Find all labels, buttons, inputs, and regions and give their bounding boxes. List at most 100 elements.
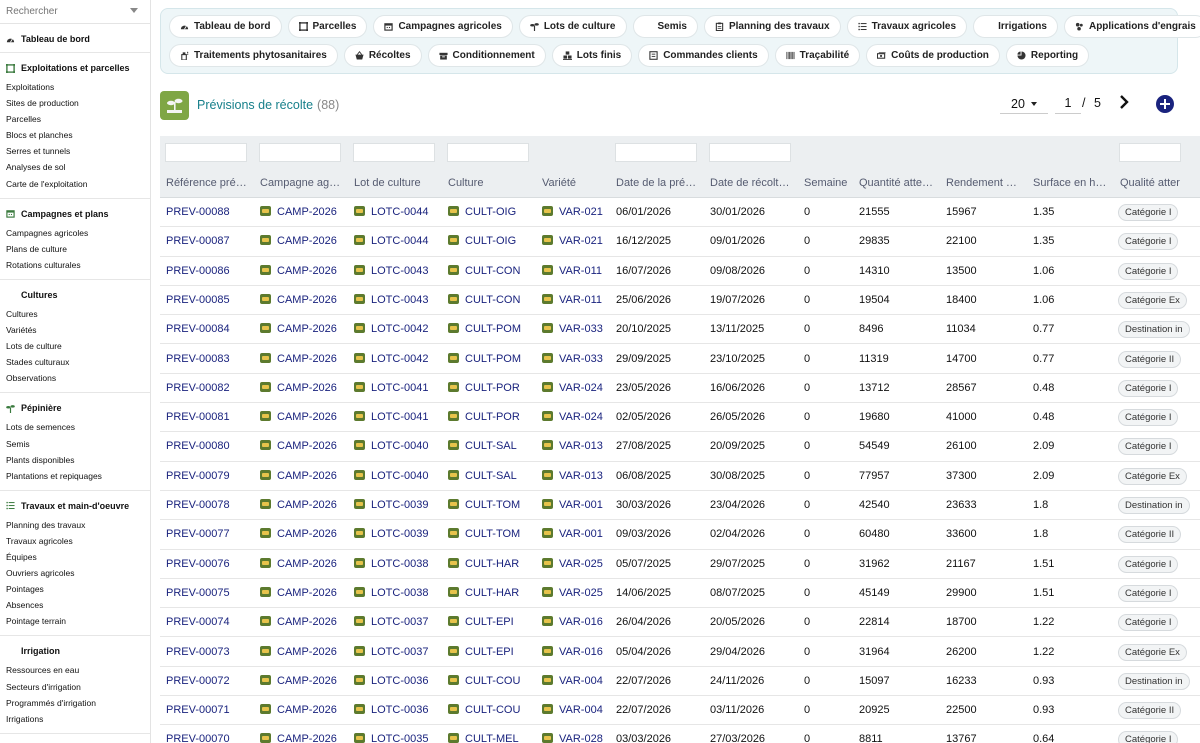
table-row[interactable]: PREV-00074 CAMP-2026 LOTC-0037 CULT-EPI VAR-… <box>160 608 1200 638</box>
sidebar-item[interactable]: Sites de production <box>0 95 150 111</box>
chevron-down-icon[interactable] <box>130 8 138 13</box>
related-record-link[interactable]: CAMP-2026 <box>260 352 348 365</box>
column-header[interactable]: Quantité atte… <box>859 177 941 189</box>
sidebar-item[interactable]: Irrigations <box>0 711 150 727</box>
related-record-link[interactable]: VAR-004 <box>542 674 612 687</box>
table-row[interactable]: PREV-00072 CAMP-2026 LOTC-0036 CULT-COU VAR-… <box>160 666 1200 697</box>
related-record-link[interactable]: CAMP-2026 <box>260 733 348 743</box>
column-filter-input[interactable] <box>447 143 529 162</box>
reference-link[interactable]: PREV-00080 <box>166 440 254 452</box>
quick-nav-pill[interactable]: Irrigations <box>973 15 1058 38</box>
sidebar-section-title[interactable]: Exploitations et parcelles <box>0 61 150 75</box>
related-record-link[interactable]: CAMP-2026 <box>260 616 348 628</box>
reference-link[interactable]: PREV-00076 <box>166 558 254 570</box>
related-record-link[interactable]: VAR-013 <box>542 440 612 452</box>
related-record-link[interactable]: CULT-COU <box>448 704 536 716</box>
related-record-link[interactable]: LOTC-0041 <box>354 411 442 423</box>
related-record-link[interactable]: CAMP-2026 <box>260 528 348 540</box>
sidebar-item[interactable]: Plants disponibles <box>0 452 150 468</box>
column-filter-input[interactable] <box>709 143 791 162</box>
sidebar-section-title[interactable]: Pépinière <box>0 401 150 415</box>
related-record-link[interactable]: CULT-MEL <box>448 733 536 743</box>
quick-nav-pill[interactable]: Traitements phytosanitaires <box>169 44 338 67</box>
add-record-button[interactable] <box>1156 95 1174 113</box>
reference-link[interactable]: PREV-00088 <box>166 206 254 218</box>
sidebar-item[interactable]: Absences <box>0 597 150 613</box>
reference-link[interactable]: PREV-00082 <box>166 382 254 394</box>
related-record-link[interactable]: LOTC-0044 <box>354 235 442 247</box>
sidebar-item[interactable]: Travaux agricoles <box>0 533 150 549</box>
table-row[interactable]: PREV-00088 CAMP-2026 LOTC-0044 CULT-OIG VAR-… <box>160 198 1200 228</box>
search-input[interactable] <box>0 0 130 22</box>
column-header[interactable]: Référence pré… <box>166 177 254 189</box>
sidebar-item[interactable]: Ressources en eau <box>0 662 150 678</box>
table-row[interactable]: PREV-00083 CAMP-2026 LOTC-0042 CULT-POM VAR-… <box>160 344 1200 374</box>
sidebar-item[interactable]: Ouvriers agricoles <box>0 565 150 581</box>
quick-nav-pill[interactable]: Lots finis <box>551 44 633 67</box>
related-record-link[interactable]: CULT-HAR <box>448 586 536 599</box>
related-record-link[interactable]: CAMP-2026 <box>260 293 348 306</box>
quick-nav-pill[interactable]: Tableau de bord <box>169 15 282 38</box>
table-row[interactable]: PREV-00085 CAMP-2026 LOTC-0043 CULT-CON VAR-… <box>160 285 1200 316</box>
related-record-link[interactable]: CAMP-2026 <box>260 411 348 423</box>
sidebar-section-title[interactable]: Travaux et main-d'oeuvre <box>0 499 150 513</box>
sidebar-section-title[interactable]: Tableau de bord <box>0 32 150 46</box>
reference-link[interactable]: PREV-00087 <box>166 235 254 247</box>
column-filter-input[interactable] <box>353 143 435 162</box>
related-record-link[interactable]: LOTC-0039 <box>354 528 442 540</box>
sidebar-item[interactable]: Stades culturaux <box>0 354 150 370</box>
related-record-link[interactable]: CULT-EPI <box>448 616 536 628</box>
sidebar-item[interactable]: Lots de culture <box>0 338 150 354</box>
related-record-link[interactable]: CAMP-2026 <box>260 557 348 570</box>
reference-link[interactable]: PREV-00075 <box>166 587 254 599</box>
related-record-link[interactable]: CULT-POR <box>448 411 536 423</box>
related-record-link[interactable]: LOTC-0040 <box>354 469 442 482</box>
related-record-link[interactable]: VAR-021 <box>542 235 612 247</box>
related-record-link[interactable]: CAMP-2026 <box>260 381 348 394</box>
related-record-link[interactable]: VAR-016 <box>542 645 612 658</box>
reference-link[interactable]: PREV-00086 <box>166 265 254 277</box>
related-record-link[interactable]: CULT-SAL <box>448 440 536 452</box>
sidebar-item[interactable]: Parcelles <box>0 111 150 127</box>
related-record-link[interactable]: VAR-001 <box>542 499 612 511</box>
column-header[interactable]: Campagne ag… <box>260 177 348 189</box>
quick-nav-pill[interactable]: Coûts de production <box>866 44 1000 67</box>
related-record-link[interactable]: CAMP-2026 <box>260 264 348 277</box>
table-row[interactable]: PREV-00078 CAMP-2026 LOTC-0039 CULT-TOM VAR-… <box>160 491 1200 521</box>
sidebar-item[interactable]: Cultures <box>0 306 150 322</box>
related-record-link[interactable]: CULT-POR <box>448 381 536 394</box>
table-row[interactable]: PREV-00081 CAMP-2026 LOTC-0041 CULT-POR VAR-… <box>160 403 1200 433</box>
related-record-link[interactable]: LOTC-0037 <box>354 645 442 658</box>
related-record-link[interactable]: CAMP-2026 <box>260 674 348 687</box>
sidebar-section-title[interactable]: Campagnes et plans <box>0 207 150 221</box>
table-row[interactable]: PREV-00087 CAMP-2026 LOTC-0044 CULT-OIG VAR-… <box>160 227 1200 257</box>
related-record-link[interactable]: VAR-004 <box>542 704 612 716</box>
quick-nav-pill[interactable]: Travaux agricoles <box>846 15 968 38</box>
related-record-link[interactable]: VAR-028 <box>542 733 612 743</box>
column-header[interactable]: Date de récolt… <box>710 177 798 189</box>
related-record-link[interactable]: CAMP-2026 <box>260 499 348 511</box>
related-record-link[interactable]: LOTC-0039 <box>354 499 442 511</box>
related-record-link[interactable]: LOTC-0042 <box>354 323 442 335</box>
related-record-link[interactable]: LOTC-0036 <box>354 704 442 716</box>
sidebar-item[interactable]: Pointages <box>0 581 150 597</box>
reference-link[interactable]: PREV-00071 <box>166 704 254 716</box>
column-header[interactable]: Date de la pré… <box>616 177 704 189</box>
table-row[interactable]: PREV-00084 CAMP-2026 LOTC-0042 CULT-POM VAR-… <box>160 315 1200 345</box>
sidebar-section-title[interactable]: Irrigation <box>0 644 150 658</box>
sidebar-item[interactable]: Équipes <box>0 549 150 565</box>
related-record-link[interactable]: VAR-021 <box>542 206 612 218</box>
column-header[interactable]: Semaine <box>804 177 856 189</box>
related-record-link[interactable]: CULT-COU <box>448 674 536 687</box>
sidebar-item[interactable]: Exploitations <box>0 79 150 95</box>
sidebar-item[interactable]: Campagnes agricoles <box>0 225 150 241</box>
quick-nav-pill[interactable]: Parcelles <box>287 15 368 38</box>
related-record-link[interactable]: LOTC-0038 <box>354 557 442 570</box>
quick-nav-pill[interactable]: Traçabilité <box>774 44 861 67</box>
related-record-link[interactable]: VAR-011 <box>542 264 612 277</box>
table-row[interactable]: PREV-00073 CAMP-2026 LOTC-0037 CULT-EPI VAR-… <box>160 637 1200 667</box>
table-row[interactable]: PREV-00076 CAMP-2026 LOTC-0038 CULT-HAR VAR-… <box>160 549 1200 579</box>
quick-nav-pill[interactable]: Applications d'engrais <box>1063 15 1200 38</box>
related-record-link[interactable]: CULT-CON <box>448 264 536 277</box>
sidebar-item[interactable]: Plantations et repiquages <box>0 468 150 484</box>
